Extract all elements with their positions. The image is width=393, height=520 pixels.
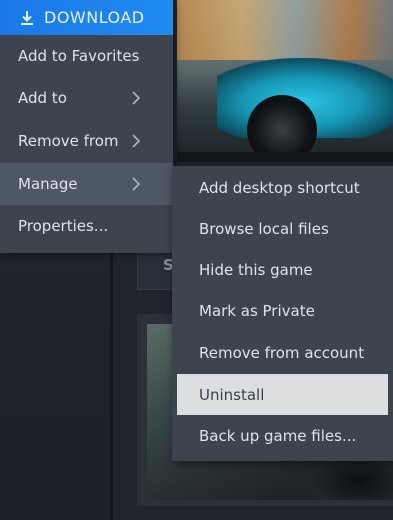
submenu-item-label: Mark as Private	[199, 301, 315, 320]
hero-divider	[177, 152, 393, 162]
submenu-item-uninstall[interactable]: Uninstall	[177, 374, 388, 415]
chevron-right-icon	[132, 91, 141, 105]
menu-item-properties[interactable]: Properties...	[0, 205, 173, 247]
submenu-item-add-desktop-shortcut[interactable]: Add desktop shortcut	[172, 167, 393, 208]
chevron-right-icon	[132, 177, 141, 191]
menu-item-label: Properties...	[18, 217, 109, 235]
menu-item-label: Manage	[18, 175, 78, 193]
menu-item-label: Add to Favorites	[18, 47, 140, 65]
submenu-item-label: Back up game files...	[199, 426, 357, 445]
game-context-menu: DOWNLOAD Add to Favorites Add to Remove …	[0, 0, 173, 253]
submenu-item-label: Uninstall	[199, 385, 265, 404]
manage-submenu: Add desktop shortcut Browse local files …	[172, 166, 393, 461]
download-button[interactable]: DOWNLOAD	[0, 0, 173, 35]
menu-item-manage[interactable]: Manage	[0, 163, 173, 205]
submenu-item-browse-local-files[interactable]: Browse local files	[172, 208, 393, 249]
submenu-item-remove-from-account[interactable]: Remove from account	[172, 332, 393, 373]
chevron-right-icon	[132, 134, 141, 148]
menu-item-add-to-favorites[interactable]: Add to Favorites	[0, 35, 173, 77]
hero-city-backdrop	[177, 0, 393, 60]
menu-item-label: Remove from	[18, 132, 119, 150]
download-label: DOWNLOAD	[44, 8, 145, 27]
submenu-item-back-up-game-files[interactable]: Back up game files...	[172, 415, 393, 456]
submenu-item-label: Remove from account	[199, 343, 365, 362]
menu-item-add-to[interactable]: Add to	[0, 77, 173, 119]
submenu-item-label: Hide this game	[199, 260, 313, 279]
submenu-item-label: Add desktop shortcut	[199, 178, 360, 197]
menu-item-label: Add to	[18, 89, 67, 107]
submenu-item-hide-this-game[interactable]: Hide this game	[172, 249, 393, 290]
submenu-item-mark-as-private[interactable]: Mark as Private	[172, 290, 393, 331]
submenu-item-label: Browse local files	[199, 219, 329, 238]
menu-item-remove-from[interactable]: Remove from	[0, 120, 173, 162]
game-hero-image	[177, 0, 393, 152]
download-icon	[21, 10, 33, 25]
